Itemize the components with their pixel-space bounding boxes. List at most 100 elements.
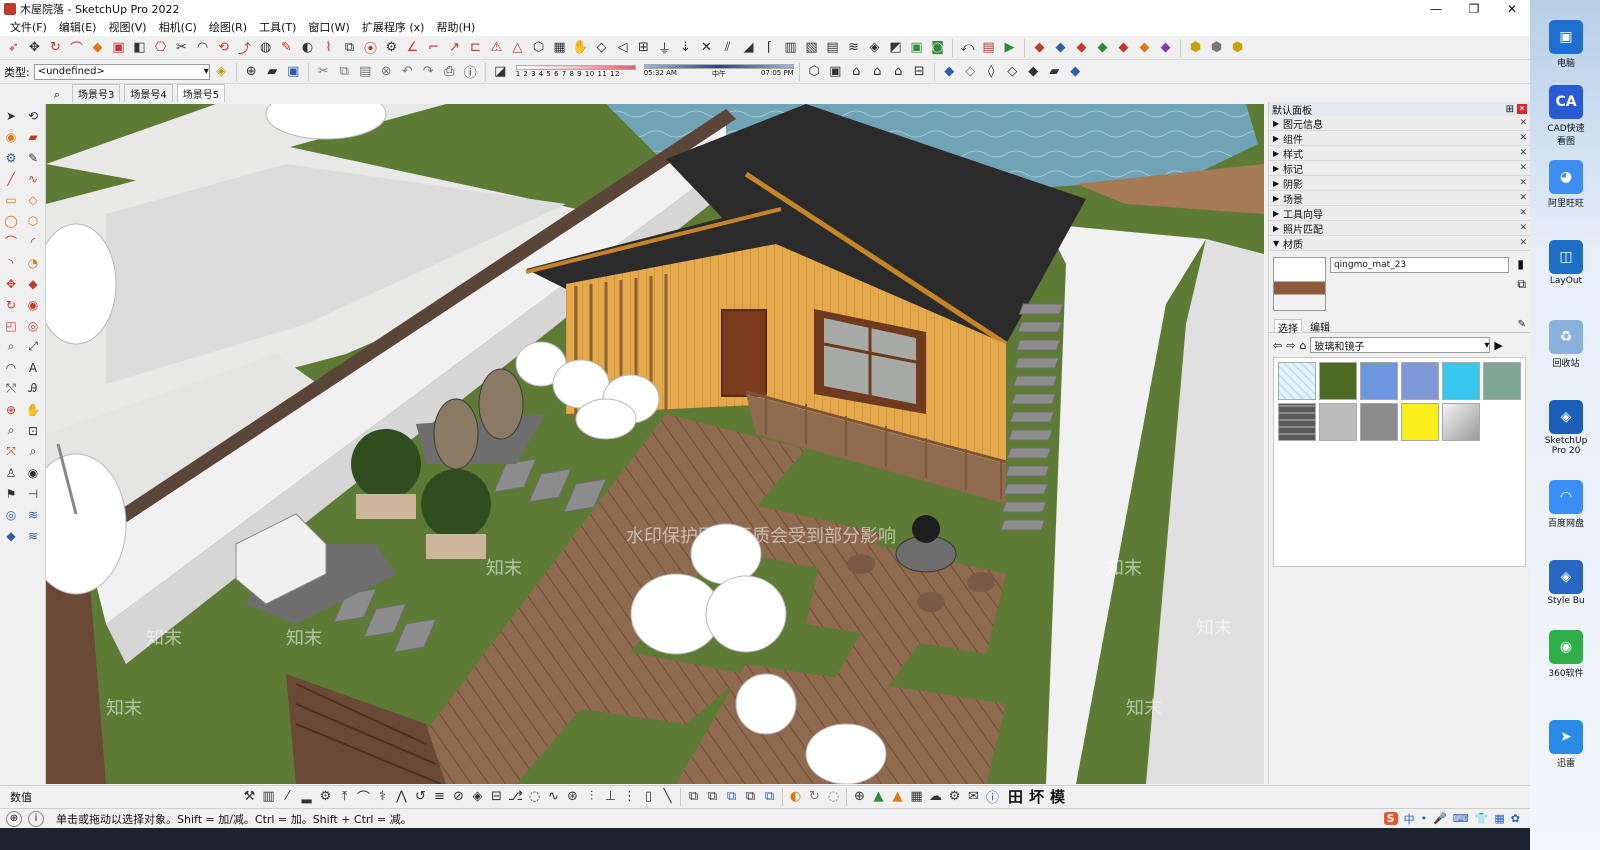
plugin-label-tian[interactable]: 田: [1008, 786, 1023, 807]
ext-tool-15-icon[interactable]: △: [508, 38, 527, 57]
ext-tool-30-icon[interactable]: ▤: [823, 38, 842, 57]
ruby-icon-5[interactable]: ◆: [1114, 38, 1133, 57]
shadow-date-slider[interactable]: 1 2 3 4 5 6 7 8 9 10 11 12: [515, 65, 636, 78]
undo-icon[interactable]: ↶: [398, 62, 417, 81]
ext-tool-3-icon[interactable]: ◍: [256, 38, 275, 57]
menu-file[interactable]: 文件(F): [4, 19, 53, 35]
offset-icon[interactable]: ⎔: [151, 38, 170, 57]
ext-bottom-22-icon[interactable]: ▯: [639, 787, 658, 806]
ext-bottom-11-icon[interactable]: ≡: [430, 787, 449, 806]
ext-bottom-30-icon[interactable]: ↻: [805, 787, 824, 806]
panel-close-icon[interactable]: ✕: [1519, 223, 1527, 233]
geo-location-icon[interactable]: ⊕: [6, 810, 22, 827]
back-arrow-icon[interactable]: ⇦: [1273, 339, 1282, 352]
ext-tool-21-icon[interactable]: ⊞: [634, 38, 653, 57]
material-swatch[interactable]: [1442, 403, 1480, 441]
forward-arrow-icon[interactable]: ⇨: [1286, 339, 1295, 352]
tape-tool-icon[interactable]: ⌕: [1, 337, 21, 356]
panel-tags[interactable]: ▶ 标记 ✕: [1269, 161, 1530, 176]
ext-tool-20-icon[interactable]: ◁: [613, 38, 632, 57]
component-icon-3[interactable]: ⬢: [1228, 38, 1247, 57]
tab-scene-5[interactable]: 场景号5: [176, 84, 226, 102]
ext-tool-35-icon[interactable]: ◙: [928, 38, 947, 57]
dimension-icon[interactable]: ⤢: [23, 337, 43, 356]
ime-toolbox-icon[interactable]: ▦: [1494, 812, 1504, 825]
pin-icon[interactable]: ⊞: [1506, 104, 1514, 115]
xray-icon[interactable]: ◆: [940, 62, 959, 81]
pushpull-tool-icon[interactable]: ◆: [23, 274, 43, 293]
tag-icon[interactable]: ◈: [212, 62, 231, 81]
select-tool-icon[interactable]: ➶: [4, 38, 23, 57]
line-icon[interactable]: ╱: [1, 169, 21, 188]
3dtext-icon[interactable]: Ꭿ: [23, 379, 43, 398]
prev-view-icon[interactable]: ⌕: [23, 442, 43, 461]
paste-icon[interactable]: ▤: [356, 62, 375, 81]
copy-icon[interactable]: ⧉: [335, 62, 354, 81]
material-swatch[interactable]: [1483, 362, 1521, 400]
panel-shadows[interactable]: ▶ 阴影 ✕: [1269, 176, 1530, 191]
right-view-icon[interactable]: ⌂: [868, 62, 887, 81]
section-plane-icon[interactable]: ⊣: [23, 484, 43, 503]
restore-button[interactable]: ❐: [1456, 0, 1492, 18]
shadow-time-slider[interactable]: 05:32 AM 中午 07:05 PM: [643, 64, 794, 79]
minimize-button[interactable]: —: [1418, 0, 1454, 18]
menu-edit[interactable]: 编辑(E): [53, 19, 103, 35]
select-arrow-icon[interactable]: ➤: [1, 106, 21, 125]
desktop-shortcut[interactable]: ◕ 阿里旺旺: [1544, 160, 1588, 209]
ext-tool-5-icon[interactable]: ◐: [298, 38, 317, 57]
desktop-shortcut[interactable]: ♻ 回收站: [1544, 320, 1588, 369]
eyedropper-icon[interactable]: ✎: [1518, 319, 1526, 330]
component-icon-2[interactable]: ⬢: [1207, 38, 1226, 57]
close-button[interactable]: ✕: [1494, 0, 1530, 18]
component-icon-1[interactable]: ⬢: [1186, 38, 1205, 57]
offset-tool-icon[interactable]: ◎: [23, 316, 43, 335]
menu-draw[interactable]: 绘图(R): [203, 19, 253, 35]
axes-icon[interactable]: ⤲: [1, 379, 21, 398]
circle-icon[interactable]: ◯: [1, 211, 21, 230]
ruby-icon-2[interactable]: ◆: [1051, 38, 1070, 57]
ext-tool-29-icon[interactable]: ▧: [802, 38, 821, 57]
text-icon[interactable]: A: [23, 358, 43, 377]
ext-bottom-31-icon[interactable]: ◌: [824, 787, 843, 806]
shadow-toggle-icon[interactable]: ◪: [491, 62, 510, 81]
ime-mode[interactable]: 中: [1404, 811, 1415, 827]
open-icon[interactable]: ▰: [263, 62, 282, 81]
ext-bottom-25-icon[interactable]: ⧉: [703, 787, 722, 806]
ext-tool-1-icon[interactable]: ⟲: [214, 38, 233, 57]
ext-bottom-32-icon[interactable]: ⊕: [850, 787, 869, 806]
tray-close-icon[interactable]: ✕: [1517, 103, 1527, 114]
protractor-tool-icon[interactable]: ◠: [1, 358, 21, 377]
new-icon[interactable]: ⊕: [242, 62, 261, 81]
ext-bottom-10-icon[interactable]: ↺: [411, 787, 430, 806]
move-tool-icon[interactable]: ✥: [1, 274, 21, 293]
erase-icon[interactable]: ⊗: [377, 62, 396, 81]
ext-tool-16-icon[interactable]: ⬡: [529, 38, 548, 57]
ext-tool-6-icon[interactable]: ⌇: [319, 38, 338, 57]
ext-bottom-14-icon[interactable]: ⊟: [487, 787, 506, 806]
desktop-shortcut[interactable]: ◠ 百度网盘: [1544, 480, 1588, 529]
report-icon[interactable]: ▤: [979, 38, 998, 57]
ruby-icon-7[interactable]: ◆: [1156, 38, 1175, 57]
walk-icon[interactable]: ⚑: [1, 484, 21, 503]
redo-icon[interactable]: ↷: [419, 62, 438, 81]
material-swatch[interactable]: [1319, 403, 1357, 441]
ext-tool-4-icon[interactable]: ✎: [277, 38, 296, 57]
ext-bottom-8-icon[interactable]: ⚕: [373, 787, 392, 806]
ext-bottom-1-icon[interactable]: ⚒: [240, 787, 259, 806]
ime-keyboard-icon[interactable]: ⌨: [1453, 812, 1469, 825]
position-camera-icon[interactable]: ♙: [1, 463, 21, 482]
look-around-icon[interactable]: ◉: [23, 463, 43, 482]
ext-bottom-26-icon[interactable]: ⧉: [722, 787, 741, 806]
lasso-icon[interactable]: ⟲: [23, 106, 43, 125]
tab-scene-4[interactable]: 场景号4: [124, 84, 173, 102]
arc3-icon[interactable]: ◝: [1, 253, 21, 272]
sandbox-icon-4[interactable]: ≋: [23, 526, 43, 545]
tab-edit[interactable]: 编辑: [1310, 319, 1330, 334]
ime-punct-icon[interactable]: •: [1421, 812, 1428, 825]
material-swatch[interactable]: [1319, 362, 1357, 400]
ext-bottom-9-icon[interactable]: ⋀: [392, 787, 411, 806]
details-arrow-icon[interactable]: ▶: [1494, 339, 1502, 352]
rotate-icon[interactable]: ↻: [46, 38, 65, 57]
ext-bottom-23-icon[interactable]: ╲: [658, 787, 677, 806]
left-view-icon[interactable]: ⊟: [910, 62, 929, 81]
